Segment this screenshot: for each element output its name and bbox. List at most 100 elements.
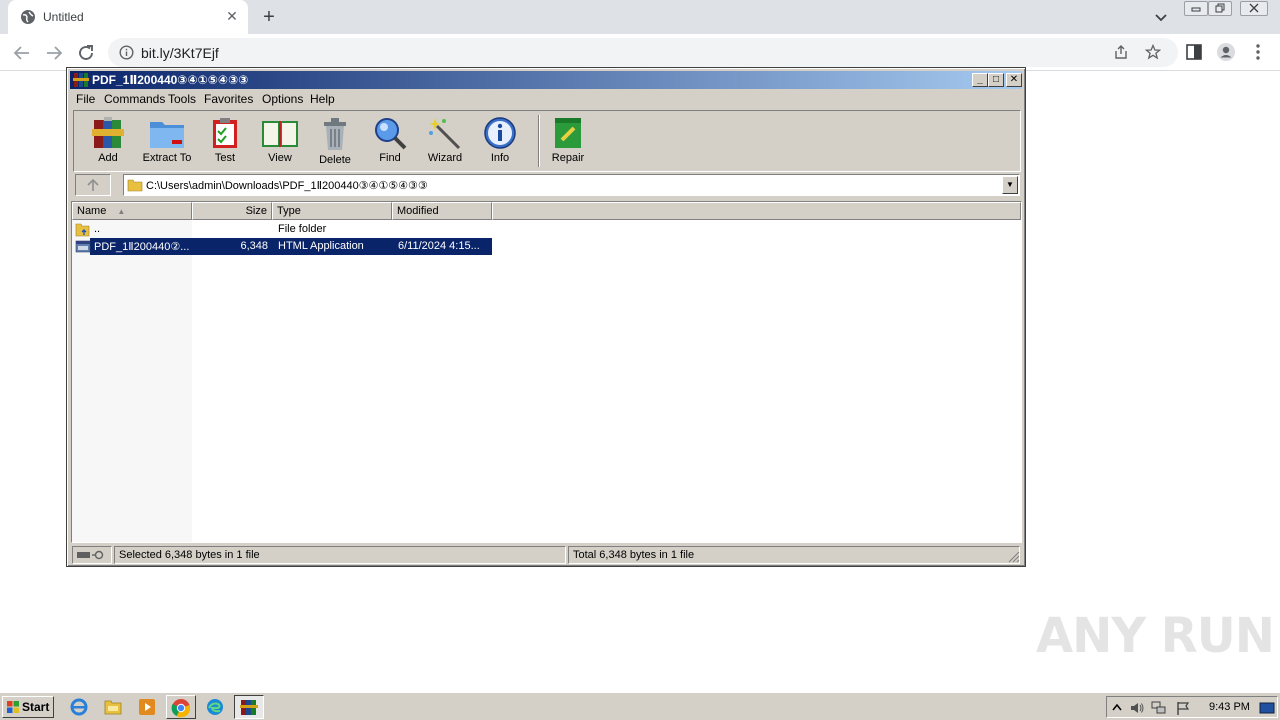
- winrar-titlebar[interactable]: PDF_1Ⅱ200440③④①⑤④③③ _ □ ✕: [70, 71, 1022, 89]
- menu-tools[interactable]: Tools: [168, 92, 196, 106]
- browser-toolbar: bit.ly/3Kt7Ejf: [0, 34, 1280, 71]
- test-button[interactable]: Test: [195, 114, 255, 170]
- share-icon[interactable]: [1113, 44, 1129, 60]
- winrar-app-icon: [73, 73, 89, 87]
- view-button[interactable]: View: [250, 114, 310, 170]
- side-panel-icon[interactable]: [1184, 42, 1204, 62]
- find-button[interactable]: Find: [360, 114, 420, 170]
- extract-to-button[interactable]: Extract To: [137, 114, 197, 170]
- browser-tab[interactable]: Untitled ✕: [8, 0, 248, 34]
- network-icon[interactable]: [1151, 700, 1167, 716]
- resize-grip-icon[interactable]: [1008, 551, 1020, 563]
- folder-icon: [127, 179, 143, 192]
- internet-explorer-icon[interactable]: [68, 697, 90, 717]
- sort-ascending-icon: ▲: [117, 207, 126, 216]
- add-label: Add: [98, 152, 118, 164]
- tray-expand-icon[interactable]: [1109, 700, 1125, 716]
- info-button[interactable]: Info: [470, 114, 530, 170]
- up-folder-button[interactable]: [75, 174, 111, 196]
- globe-icon: [21, 10, 35, 24]
- back-icon[interactable]: [11, 42, 33, 64]
- volume-icon[interactable]: [1129, 700, 1145, 716]
- chrome-icon: [171, 699, 191, 718]
- winrar-menubar: File Commands Tools Favorites Options He…: [70, 90, 1022, 108]
- view-book-icon: [262, 121, 298, 147]
- column-name-label: Name: [77, 205, 107, 217]
- info-icon[interactable]: [119, 45, 134, 60]
- more-menu-icon[interactable]: [1248, 42, 1268, 62]
- hta-file-icon: [75, 240, 91, 253]
- winrar-app-icon: [240, 700, 258, 715]
- action-center-flag-icon[interactable]: [1175, 700, 1191, 716]
- add-button[interactable]: Add: [78, 114, 138, 170]
- bookmark-star-icon[interactable]: [1145, 44, 1161, 60]
- file-explorer-icon[interactable]: [102, 697, 124, 717]
- chrome-taskbar-button[interactable]: [166, 695, 196, 719]
- close-window-button[interactable]: [1240, 1, 1268, 16]
- name-column-shade: [72, 220, 192, 542]
- row-name: ..: [94, 223, 101, 235]
- wizard-button[interactable]: Wizard: [415, 114, 475, 170]
- winrar-toolbar: Add Extract To Test View Delete Find Wiz…: [73, 110, 1021, 172]
- repair-button[interactable]: Repair: [538, 114, 598, 170]
- file-row-parent[interactable]: .. File folder: [72, 221, 492, 238]
- anyrun-watermark: ANY RUN: [1036, 608, 1275, 664]
- edge-icon[interactable]: [204, 697, 226, 717]
- test-label: Test: [214, 152, 236, 164]
- tab-title: Untitled: [43, 10, 84, 24]
- path-dropdown-icon[interactable]: ▼: [1002, 176, 1018, 194]
- winrar-taskbar-button[interactable]: [234, 695, 264, 719]
- file-list[interactable]: Name ▲ Size Type Modified .. File folder: [71, 201, 1022, 543]
- chevron-down-icon[interactable]: [1152, 8, 1170, 26]
- column-header-modified[interactable]: Modified: [392, 202, 492, 220]
- status-total-pane: Total 6,348 bytes in 1 file: [568, 546, 1020, 564]
- winrar-title: PDF_1Ⅱ200440③④①⑤④③③: [92, 73, 249, 87]
- status-drive-pane[interactable]: [72, 546, 112, 564]
- start-label: Start: [22, 700, 50, 714]
- file-row-selected[interactable]: PDF_1Ⅱ200440②... 6,348 HTML Application …: [72, 238, 492, 255]
- column-header-name[interactable]: Name ▲: [72, 202, 192, 220]
- magic-wand-icon: [429, 118, 461, 150]
- new-tab-button[interactable]: +: [258, 6, 280, 28]
- status-selected-text: Selected 6,348 bytes in 1 file: [119, 549, 260, 561]
- menu-file[interactable]: File: [76, 92, 95, 106]
- winrar-minimize-button[interactable]: _: [972, 73, 988, 87]
- extract-folder-icon: [150, 122, 184, 148]
- trash-can-icon: [324, 118, 346, 150]
- winrar-window: PDF_1Ⅱ200440③④①⑤④③③ _ □ ✕ File Commands …: [66, 67, 1026, 567]
- column-modified-label: Modified: [397, 205, 439, 217]
- address-bar[interactable]: bit.ly/3Kt7Ejf: [108, 38, 1178, 67]
- menu-favorites[interactable]: Favorites: [204, 92, 253, 106]
- url-text: bit.ly/3Kt7Ejf: [141, 45, 219, 61]
- winrar-close-button[interactable]: ✕: [1006, 73, 1022, 87]
- status-total-text: Total 6,348 bytes in 1 file: [573, 549, 695, 561]
- forward-icon[interactable]: [43, 42, 65, 64]
- menu-options[interactable]: Options: [262, 92, 303, 106]
- taskbar-clock[interactable]: 9:43 PM: [1209, 701, 1250, 713]
- delete-button[interactable]: Delete: [305, 114, 365, 170]
- winrar-maximize-button[interactable]: □: [988, 73, 1004, 87]
- windows-logo-icon: [7, 701, 19, 713]
- media-player-icon[interactable]: [136, 697, 158, 717]
- column-type-label: Type: [277, 205, 301, 217]
- repair-kit-icon: [555, 118, 581, 148]
- menu-commands[interactable]: Commands: [104, 92, 165, 106]
- minimize-button[interactable]: [1184, 1, 1208, 16]
- repair-label: Repair: [551, 152, 585, 164]
- menu-help[interactable]: Help: [310, 92, 335, 106]
- extract-to-label: Extract To: [142, 152, 192, 164]
- reload-icon[interactable]: [75, 42, 97, 64]
- show-desktop-icon[interactable]: [1259, 700, 1275, 716]
- column-header-empty: [492, 202, 1021, 220]
- restore-button[interactable]: [1208, 1, 1232, 16]
- windows-taskbar: Start 9:43 PM: [0, 692, 1280, 720]
- system-tray: 9:43 PM: [1106, 696, 1278, 718]
- column-header-type[interactable]: Type: [272, 202, 392, 220]
- delete-label: Delete: [319, 154, 351, 166]
- profile-avatar-icon[interactable]: [1216, 42, 1236, 62]
- tab-close-icon[interactable]: ✕: [224, 8, 240, 24]
- arrow-up-icon: [87, 178, 99, 191]
- column-header-size[interactable]: Size: [192, 202, 272, 220]
- start-button[interactable]: Start: [2, 696, 54, 718]
- path-combobox[interactable]: C:\Users\admin\Downloads\PDF_1Ⅱ200440③④①…: [123, 174, 1020, 196]
